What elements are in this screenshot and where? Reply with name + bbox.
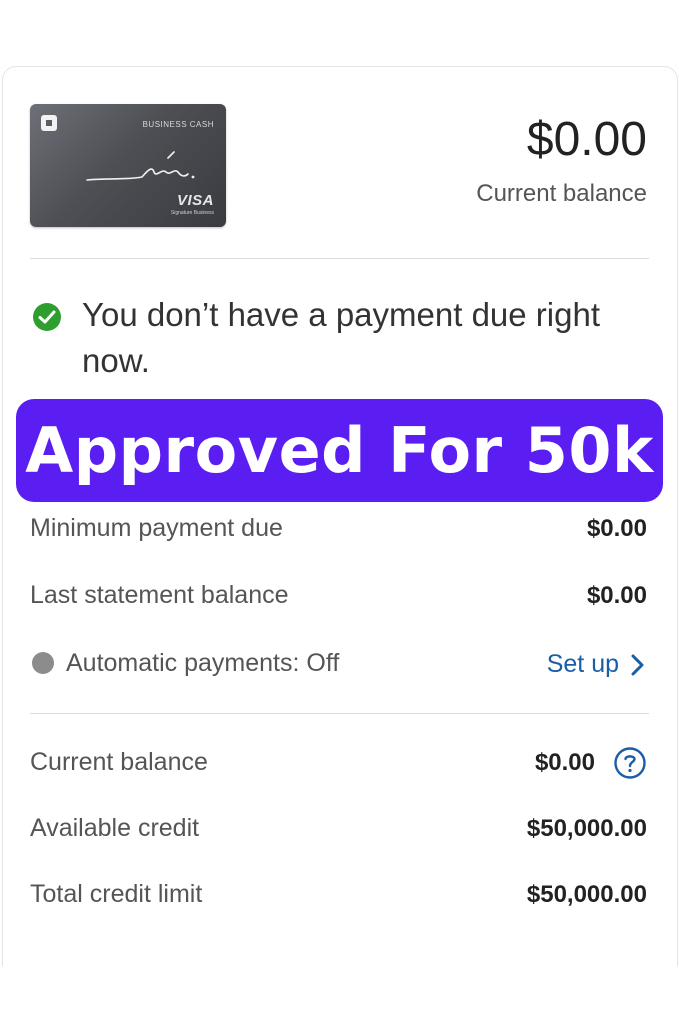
card-network-sublabel: Signature Business — [170, 210, 214, 216]
credit-current-balance-value: $0.00 — [534, 749, 595, 776]
divider — [30, 258, 649, 259]
chevron-right-icon[interactable] — [627, 652, 647, 678]
check-circle-icon — [33, 303, 61, 331]
current-balance-amount: $0.00 — [526, 113, 647, 166]
total-credit-limit-label: Total credit limit — [30, 880, 203, 908]
help-circle-icon[interactable] — [613, 746, 647, 780]
last-statement-label: Last statement balance — [30, 581, 289, 609]
divider — [30, 713, 649, 714]
bank-logo-icon — [41, 115, 57, 131]
available-credit-value: $50,000.00 — [526, 815, 647, 842]
total-credit-limit-value: $50,000.00 — [526, 881, 647, 908]
status-dot-icon — [32, 652, 54, 674]
promo-banner-text: Approved For 50k — [25, 414, 654, 487]
card-network-label: VISA — [176, 192, 214, 209]
promo-banner: Approved For 50k — [16, 399, 663, 502]
card-product-name: BUSINESS CASH — [142, 120, 214, 129]
last-statement-value: $0.00 — [586, 582, 647, 609]
payment-status-message: You don’t have a payment due right now. — [82, 296, 600, 379]
credit-card-image: BUSINESS CASH VISA Signature Business — [30, 104, 226, 227]
minimum-payment-value: $0.00 — [586, 515, 647, 542]
card-script-logo — [86, 151, 195, 181]
credit-current-balance-label: Current balance — [30, 748, 208, 776]
current-balance-label: Current balance — [476, 180, 647, 207]
autopay-label: Automatic payments: Off — [66, 649, 340, 677]
available-credit-label: Available credit — [30, 814, 200, 842]
autopay-setup-link[interactable]: Set up — [547, 650, 619, 679]
minimum-payment-label: Minimum payment due — [30, 514, 283, 542]
